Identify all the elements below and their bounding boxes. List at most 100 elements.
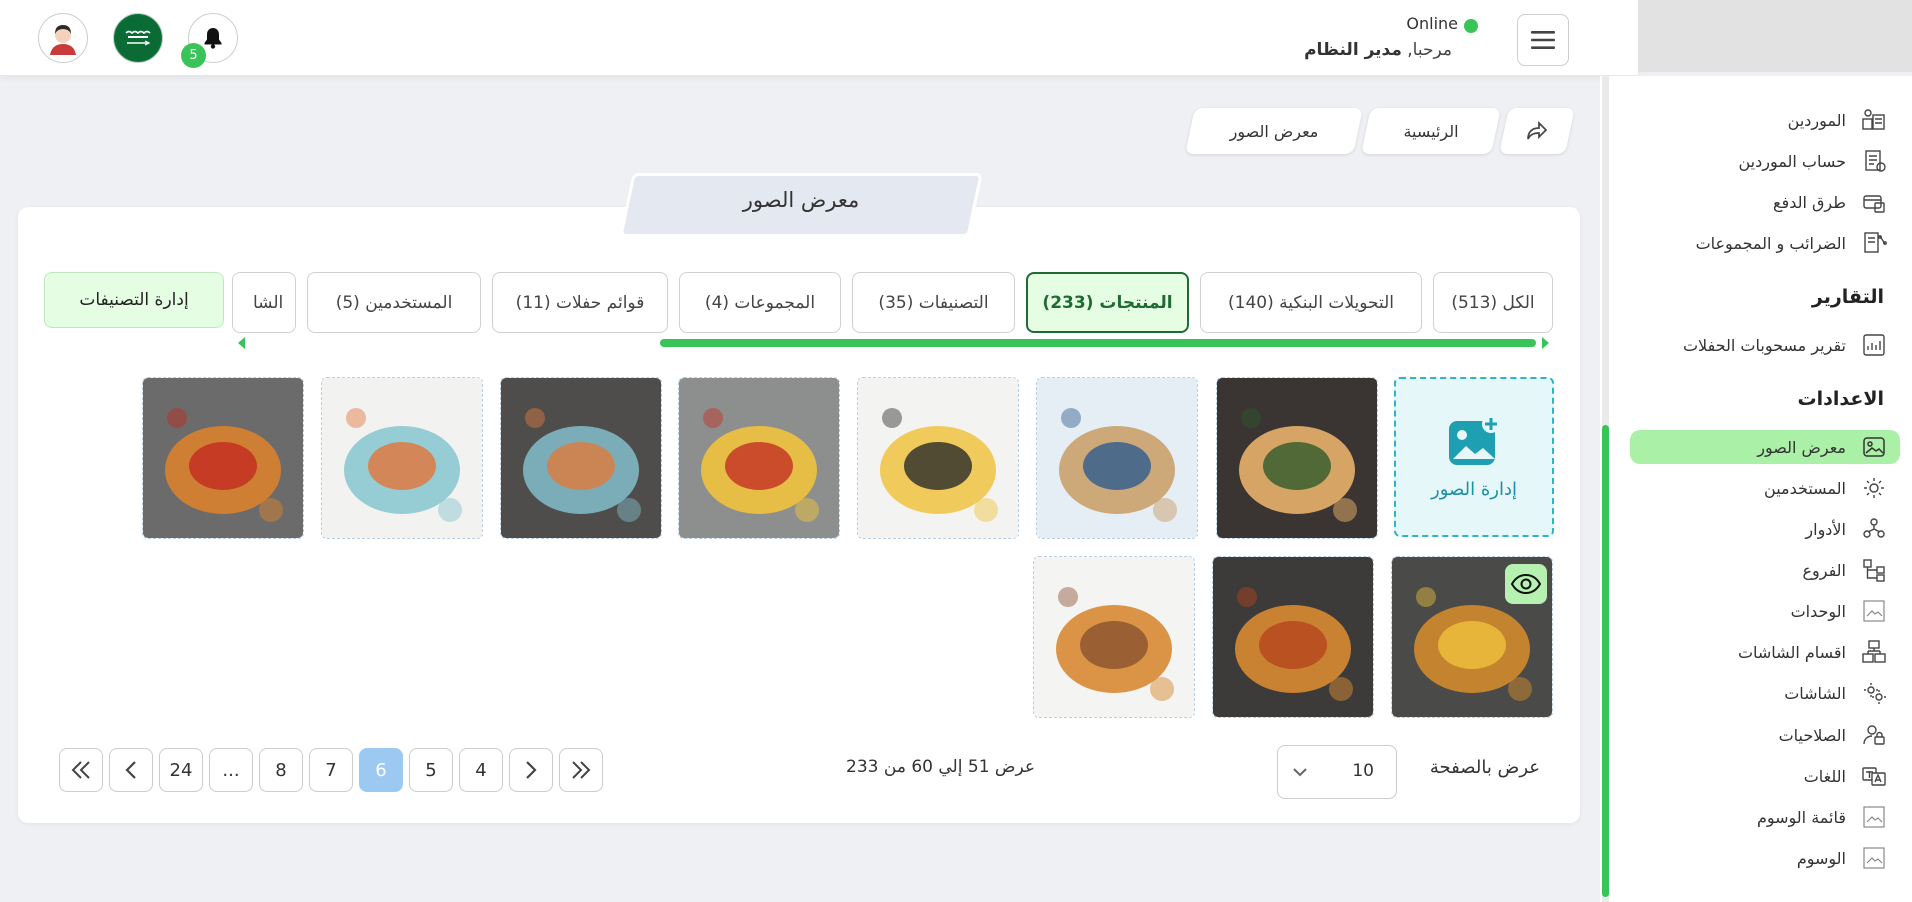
page-24-button[interactable]: 24 — [159, 748, 203, 792]
sidebar-section-reports: التقارير — [1811, 286, 1884, 308]
page-5-button[interactable]: 5 — [409, 748, 453, 792]
per-page-select[interactable]: 10 — [1277, 745, 1397, 799]
sidebar-item-label: الضرائب و المجموعات — [1695, 233, 1846, 253]
supplier-icon — [1860, 106, 1888, 134]
permissions-icon — [1860, 721, 1888, 749]
double-chevron-right-icon — [572, 761, 591, 779]
food-photo — [1037, 378, 1197, 538]
notification-count-badge: 5 — [181, 43, 206, 68]
page-7-button[interactable]: 7 — [309, 748, 353, 792]
food-photo — [322, 378, 482, 538]
languages-icon — [1860, 762, 1888, 790]
avatar-icon — [50, 25, 76, 55]
per-page-label: عرض بالصفحة — [1429, 757, 1540, 778]
sidebar-item-branches[interactable]: الفروع — [1802, 552, 1888, 588]
gallery-image-fries-sauces[interactable] — [678, 377, 840, 539]
sidebar-item-label: الفروع — [1802, 560, 1846, 580]
sidebar-item-supplier-accounts[interactable]: حساب الموردين — [1738, 143, 1888, 179]
gallery-image-slider-board[interactable] — [1033, 556, 1195, 718]
tabs-scroll-right-arrow[interactable] — [1542, 337, 1549, 349]
language-flag-button[interactable] — [113, 13, 163, 63]
sidebar-section-settings: الاعدادات — [1797, 388, 1884, 410]
sidebar-item-roles[interactable]: الأدوار — [1805, 511, 1888, 547]
first-page-button[interactable] — [59, 748, 103, 792]
sidebar-item-payment-methods[interactable]: طرق الدفع — [1773, 184, 1888, 220]
welcome-message: مرحبا, مدير النظام — [1200, 40, 1452, 60]
pagination-summary: عرض 51 إلي 60 من 233 — [846, 757, 1035, 777]
add-image-icon — [1449, 414, 1500, 465]
tab-bank-transfers[interactable]: التحويلات البنكية (140) — [1200, 272, 1422, 333]
sidebar-item-tags[interactable]: الوسوم — [1797, 840, 1888, 876]
sidebar-item-label: معرض الصور — [1757, 437, 1846, 457]
sidebar-item-suppliers[interactable]: الموردين — [1788, 102, 1888, 138]
page-title: معرض الصور — [742, 188, 860, 212]
gallery-image-slider-trio[interactable] — [1212, 556, 1374, 718]
sidebar-item-units[interactable]: الوحدات — [1791, 593, 1888, 629]
sidebar-item-label: حساب الموردين — [1738, 151, 1846, 171]
chevron-right-icon — [526, 761, 537, 779]
sidebar-scrollbar-thumb[interactable] — [1602, 425, 1609, 897]
sidebar-item-users[interactable]: المستخدمين — [1764, 470, 1888, 506]
tab-products[interactable]: المنتجات (233) — [1026, 272, 1189, 333]
sidebar-item-label: اللغات — [1803, 766, 1846, 786]
tab-users[interactable]: المستخدمين (5) — [307, 272, 481, 333]
gallery-icon — [1860, 433, 1888, 461]
last-page-button[interactable] — [559, 748, 603, 792]
saudi-flag-icon — [115, 15, 161, 61]
gallery-image-shrimp-cup[interactable] — [500, 377, 662, 539]
manage-images-tile[interactable]: إدارة الصور — [1394, 377, 1554, 537]
report-icon — [1860, 331, 1888, 359]
sidebar-item-party-withdrawals-report[interactable]: تقرير مسحوبات الحفلات — [1683, 327, 1888, 363]
food-photo — [679, 378, 839, 538]
top-header — [0, 0, 1638, 76]
sidebar-item-label: الوحدات — [1790, 601, 1846, 621]
food-photo — [1034, 557, 1194, 717]
gallery-image-shrimp-plate[interactable] — [321, 377, 483, 539]
sidebar-item-label: الوسوم — [1796, 848, 1846, 868]
share-forward-icon — [1527, 120, 1548, 140]
sidebar-item-tag-list[interactable]: قائمة الوسوم — [1757, 799, 1888, 835]
broken-image-icon — [1860, 597, 1888, 625]
sidebar-item-label: اقسام الشاشات — [1737, 642, 1846, 662]
gallery-image-sausage-board[interactable] — [142, 377, 304, 539]
page-8-button[interactable]: 8 — [259, 748, 303, 792]
next-page-button[interactable] — [509, 748, 553, 792]
previous-page-button[interactable] — [109, 748, 153, 792]
user-avatar[interactable] — [38, 13, 88, 63]
tab-categories[interactable]: التصنيفات (35) — [852, 272, 1015, 333]
food-photo — [1217, 378, 1377, 538]
double-chevron-left-icon — [71, 761, 90, 779]
sidebar-item-label: الأدوار — [1805, 519, 1846, 539]
sidebar-item-label: طرق الدفع — [1773, 192, 1846, 212]
sidebar-item-taxes[interactable]: الضرائب و المجموعات — [1696, 225, 1888, 261]
page-4-button[interactable]: 4 — [459, 748, 503, 792]
gallery-image-biryani-pan[interactable] — [857, 377, 1019, 539]
sidebar-item-screen-sections[interactable]: اقسام الشاشات — [1738, 634, 1888, 670]
food-photo — [501, 378, 661, 538]
sidebar-item-label: تقرير مسحوبات الحفلات — [1682, 335, 1846, 355]
sidebar-item-screens[interactable]: الشاشات — [1784, 675, 1888, 711]
sidebar-item-label: المستخدمين — [1764, 478, 1846, 498]
gallery-image-pide-flatbread[interactable] — [1216, 377, 1378, 539]
sidebar-item-gallery[interactable]: معرض الصور — [1757, 429, 1888, 465]
page-6-button-current[interactable]: 6 — [359, 748, 403, 792]
user-name: مدير النظام — [1304, 40, 1402, 60]
tabs-scrollbar[interactable] — [660, 339, 1536, 347]
branches-icon — [1860, 556, 1888, 584]
tab-all[interactable]: الكل (513) — [1433, 272, 1553, 333]
users-icon — [1860, 474, 1888, 502]
tab-groups[interactable]: المجموعات (4) — [679, 272, 841, 333]
back-button-content — [1504, 108, 1570, 154]
gallery-image-pasta-plate[interactable] — [1036, 377, 1198, 539]
sidebar-item-permissions[interactable]: الصلاحيات — [1779, 717, 1888, 753]
tab-screens-partial[interactable]: الشا — [232, 272, 296, 333]
tab-party-menus[interactable]: قوائم حفلات (11) — [492, 272, 668, 333]
sidebar-item-languages[interactable]: اللغات — [1804, 758, 1888, 794]
view-image-button[interactable] — [1505, 564, 1547, 604]
manage-images-label: إدارة الصور — [1431, 478, 1517, 500]
breadcrumb-current-label: معرض الصور — [1229, 121, 1319, 141]
manage-categories-button[interactable]: إدارة التصنيفات — [44, 272, 224, 328]
tabs-scroll-left-arrow[interactable] — [238, 337, 245, 349]
bell-icon — [204, 28, 222, 49]
page-ellipsis: ... — [209, 748, 253, 792]
